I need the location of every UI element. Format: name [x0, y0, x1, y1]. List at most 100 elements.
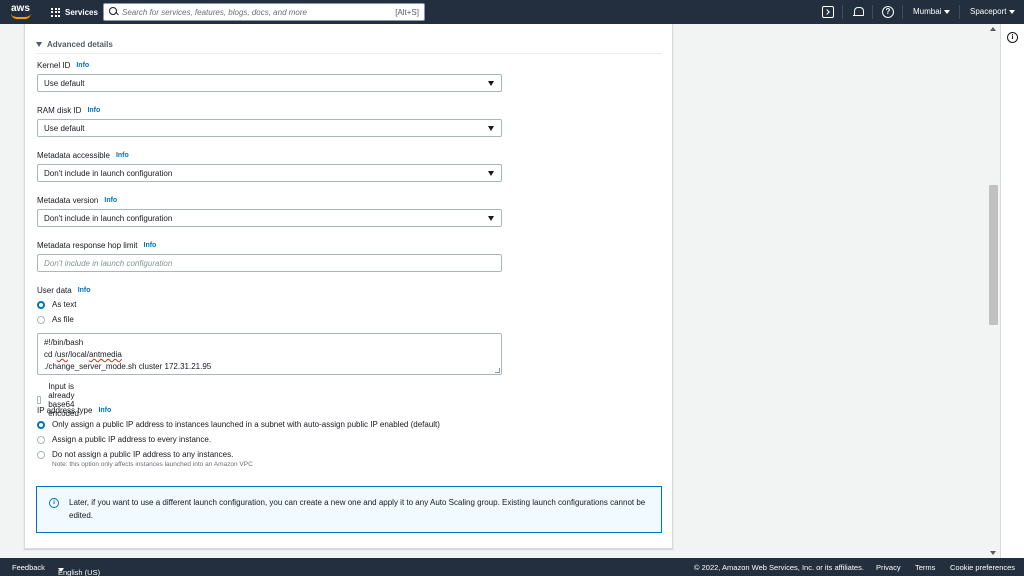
- metadata-accessible-label: Metadata accessible: [37, 150, 110, 160]
- search-input[interactable]: [122, 7, 396, 17]
- as-file-label: As file: [52, 315, 74, 324]
- metadata-accessible-select[interactable]: Don't include in launch configuration: [37, 164, 502, 182]
- ramdisk-id-info-link[interactable]: Info: [87, 107, 100, 114]
- page-scrollbar[interactable]: [987, 24, 1000, 558]
- ip-option-label: Assign a public IP address to every inst…: [52, 435, 212, 444]
- ip-option-every-instance[interactable]: Assign a public IP address to every inst…: [37, 435, 211, 444]
- ramdisk-id-select[interactable]: Use default: [37, 119, 502, 137]
- info-alert: i Later, if you want to use a different …: [36, 486, 662, 533]
- metadata-version-label: Metadata version: [37, 195, 99, 205]
- advanced-details-toggle[interactable]: Advanced details: [36, 40, 113, 49]
- ramdisk-id-label: RAM disk ID: [37, 105, 82, 115]
- privacy-link[interactable]: Privacy: [876, 563, 901, 572]
- services-grid-icon: [51, 7, 60, 17]
- help-icon[interactable]: ?: [882, 6, 894, 18]
- metadata-version-value: Don't include in launch configuration: [44, 213, 173, 223]
- info-panel-icon[interactable]: i: [1007, 32, 1018, 43]
- scroll-up-arrow-icon[interactable]: [990, 27, 996, 31]
- top-navigation: aws Services [Alt+S] ? Mumbai Spaceport: [0, 0, 1024, 24]
- services-label: Services: [65, 7, 98, 17]
- dropdown-arrow-icon: [488, 81, 494, 86]
- user-data-label: User data: [37, 285, 72, 295]
- ip-option-no-public-ip[interactable]: Do not assign a public IP address to any…: [37, 450, 233, 459]
- user-data-line: #!/bin/bash: [44, 338, 84, 347]
- metadata-accessible-info-link[interactable]: Info: [116, 152, 129, 159]
- cloudshell-icon[interactable]: [822, 6, 834, 18]
- nav-divider: [902, 5, 903, 19]
- ip-option-subnet-default[interactable]: Only assign a public IP address to insta…: [37, 420, 440, 429]
- section-divider: [36, 53, 662, 54]
- alert-text: Later, if you want to use a different la…: [69, 498, 646, 520]
- radio-checked[interactable]: [37, 420, 45, 429]
- resize-handle-icon[interactable]: [495, 368, 500, 373]
- kernel-id-label: Kernel ID: [37, 60, 71, 70]
- ip-type-label: IP address type: [37, 405, 93, 415]
- dropdown-arrow-icon: [488, 126, 494, 131]
- feedback-link[interactable]: Feedback: [12, 563, 45, 572]
- language-label: English (US): [58, 568, 101, 576]
- hop-limit-label: Metadata response hop limit: [37, 240, 138, 250]
- terms-link[interactable]: Terms: [915, 563, 935, 572]
- nav-divider: [959, 5, 960, 19]
- metadata-accessible-value: Don't include in launch configuration: [44, 168, 173, 178]
- footer: Feedback English (US) © 2022, Amazon Web…: [0, 558, 1024, 576]
- chevron-down-icon: [1009, 9, 1016, 14]
- metadata-version-info-link[interactable]: Info: [104, 197, 117, 204]
- checkbox[interactable]: [37, 396, 42, 404]
- user-data-as-file-radio[interactable]: As file: [37, 315, 74, 324]
- hop-limit-info-link[interactable]: Info: [144, 242, 157, 249]
- cookie-preferences-link[interactable]: Cookie preferences: [950, 563, 1015, 572]
- ramdisk-id-value: Use default: [44, 123, 85, 133]
- user-data-info-link[interactable]: Info: [78, 287, 91, 294]
- ip-address-type-field: IP address type Info Only assign a public…: [37, 405, 440, 468]
- tools-panel: i: [1000, 24, 1024, 558]
- scroll-thumb[interactable]: [989, 185, 998, 325]
- kernel-id-select[interactable]: Use default: [37, 74, 502, 92]
- services-button[interactable]: Services: [51, 5, 98, 19]
- as-text-label: As text: [52, 300, 77, 309]
- user-data-line: ./change_server_mode.sh cluster 172.31.2…: [44, 362, 212, 371]
- ramdisk-id-field: RAM disk ID Info Use default: [37, 105, 502, 137]
- kernel-id-info-link[interactable]: Info: [76, 62, 89, 69]
- radio-unchecked[interactable]: [37, 315, 45, 324]
- search-shortcut-hint: [Alt+S]: [395, 7, 419, 17]
- region-label: Mumbai: [913, 7, 942, 16]
- ip-option-label: Do not assign a public IP address to any…: [52, 450, 234, 459]
- chevron-down-icon: [58, 568, 64, 572]
- notifications-bell-icon[interactable]: [852, 6, 864, 18]
- search-bar[interactable]: [Alt+S]: [103, 3, 425, 21]
- copyright-text: © 2022, Amazon Web Services, Inc. or its…: [694, 563, 864, 572]
- nav-divider: [842, 5, 843, 19]
- account-menu[interactable]: Spaceport: [970, 7, 1016, 16]
- ip-option-label: Only assign a public IP address to insta…: [52, 420, 440, 429]
- kernel-id-field: Kernel ID Info Use default: [37, 60, 502, 92]
- user-data-line: cd /usr/local/antmedia: [44, 350, 122, 359]
- ip-type-info-link[interactable]: Info: [98, 407, 111, 414]
- region-selector[interactable]: Mumbai: [913, 7, 951, 16]
- account-label: Spaceport: [970, 7, 1007, 16]
- radio-checked[interactable]: [37, 300, 45, 309]
- caret-down-icon: [36, 42, 42, 47]
- hop-limit-input[interactable]: [37, 254, 502, 272]
- aws-smile-icon: [11, 13, 31, 19]
- user-data-textarea[interactable]: #!/bin/bash cd /usr/local/antmedia ./cha…: [37, 333, 502, 375]
- radio-unchecked[interactable]: [37, 435, 45, 444]
- metadata-version-field: Metadata version Info Don't include in la…: [37, 195, 502, 227]
- ip-option-note: Note: this option only affects instances…: [52, 461, 253, 468]
- nav-divider: [872, 5, 873, 19]
- dropdown-arrow-icon: [488, 171, 494, 176]
- metadata-accessible-field: Metadata accessible Info Don't include in…: [37, 150, 502, 182]
- scroll-down-arrow-icon[interactable]: [990, 551, 996, 555]
- section-title: Advanced details: [47, 40, 113, 49]
- dropdown-arrow-icon: [488, 216, 494, 221]
- info-icon: i: [49, 498, 59, 508]
- radio-unchecked[interactable]: [37, 450, 45, 459]
- user-data-field: User data Info As text As file #!/bin/bas…: [37, 285, 502, 418]
- advanced-details-panel: Advanced details Kernel ID Info Use defau…: [24, 24, 673, 549]
- aws-logo[interactable]: aws: [11, 3, 33, 21]
- search-icon: [104, 4, 122, 20]
- kernel-id-value: Use default: [44, 78, 85, 88]
- chevron-down-icon: [944, 9, 951, 14]
- metadata-version-select[interactable]: Don't include in launch configuration: [37, 209, 502, 227]
- user-data-as-text-radio[interactable]: As text: [37, 300, 76, 309]
